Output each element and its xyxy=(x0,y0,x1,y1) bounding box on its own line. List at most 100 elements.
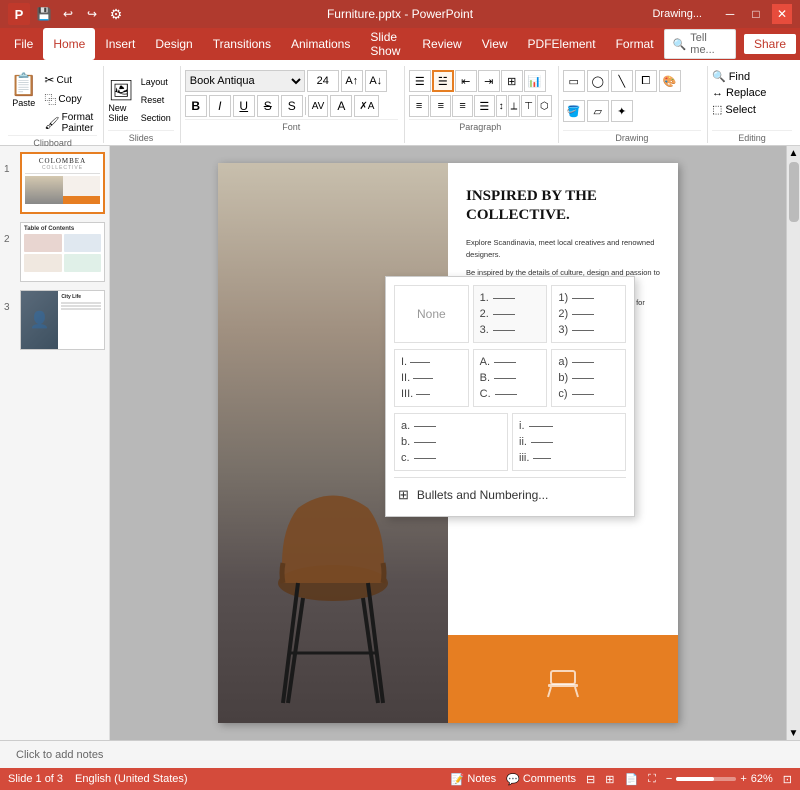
font-size-input[interactable] xyxy=(307,70,339,92)
italic-btn[interactable]: I xyxy=(209,95,231,117)
replace-btn[interactable]: ↔ Replace xyxy=(712,87,792,99)
strikethrough-btn[interactable]: S xyxy=(257,95,279,117)
click-to-add-notes[interactable]: Click to add notes xyxy=(16,749,103,761)
section-btn[interactable]: Section xyxy=(138,112,174,124)
close-btn[interactable]: ✕ xyxy=(772,4,792,24)
scrollbar-right[interactable]: ▲ ▼ xyxy=(786,146,800,740)
increase-indent-btn[interactable]: ⇥ xyxy=(478,70,500,92)
convert-to-smartart-btn[interactable]: ⬡ xyxy=(537,95,552,117)
minimize-btn[interactable]: ─ xyxy=(720,4,740,24)
view-reading-btn[interactable]: 📄 xyxy=(624,773,638,786)
menu-transitions[interactable]: Transitions xyxy=(203,28,281,60)
slide-1-thumb[interactable]: COLOMBEA COLLECTIVE xyxy=(20,152,105,214)
numbering-btn[interactable]: ☱ xyxy=(432,70,454,92)
shape1-btn[interactable]: ▭ xyxy=(563,70,585,92)
quick-access-redo[interactable]: ↪ xyxy=(82,4,102,24)
align-center-btn[interactable]: ≡ xyxy=(430,95,451,117)
cut-btn[interactable]: ✂ Cut xyxy=(41,72,97,88)
shadow-btn[interactable]: S xyxy=(281,95,303,117)
menu-format[interactable]: Format xyxy=(606,28,664,60)
shape2-btn[interactable]: ◯ xyxy=(587,70,609,92)
effects-btn[interactable]: ✦ xyxy=(611,100,633,122)
quick-access-save[interactable]: 💾 xyxy=(34,4,54,24)
decrease-font-btn[interactable]: A↓ xyxy=(365,70,387,92)
justify-btn[interactable]: ☰ xyxy=(474,95,495,117)
find-btn[interactable]: 🔍 Find xyxy=(712,70,792,83)
char-spacing-btn[interactable]: AV xyxy=(308,95,329,117)
bullets-and-numbering-btn[interactable]: ⊞ Bullets and Numbering... xyxy=(394,482,626,508)
view-normal-btn[interactable]: ⊟ xyxy=(586,773,595,786)
menu-animations[interactable]: Animations xyxy=(281,28,360,60)
dropdown-row1: None 1. 2. 3. 1) 2) 3) xyxy=(394,285,626,343)
tell-me-box[interactable]: 🔍 Tell me... xyxy=(664,29,736,59)
align-right-btn[interactable]: ≡ xyxy=(452,95,473,117)
view-slide-sorter-btn[interactable]: ⊞ xyxy=(605,773,614,786)
share-btn[interactable]: Share xyxy=(744,34,796,54)
list-type-roman-lower[interactable]: i. ii. iii. xyxy=(512,413,626,471)
maximize-btn[interactable]: □ xyxy=(746,4,766,24)
smart-art-btn[interactable]: 📊 xyxy=(524,70,546,92)
menu-slideshow[interactable]: Slide Show xyxy=(360,28,412,60)
fill-btn[interactable]: 🪣 xyxy=(563,100,585,122)
slide-sorter-icon: ⊞ xyxy=(605,774,614,786)
copy-label: Copy xyxy=(58,94,81,105)
slide-2-thumb[interactable]: Table of Contents xyxy=(20,222,105,282)
view-fullscreen-btn[interactable]: ⛶ xyxy=(648,773,656,786)
zoom-out-btn[interactable]: − xyxy=(666,773,672,785)
scroll-up-arrow[interactable]: ▲ xyxy=(787,146,800,160)
slide-3-thumb[interactable]: 👤 City Life xyxy=(20,290,105,350)
zoom-slider[interactable] xyxy=(676,777,736,781)
text-direction-btn[interactable]: ⟂ xyxy=(508,95,521,117)
list-type-roman-upper[interactable]: I. II. III. xyxy=(394,349,469,407)
list-type-alpha-lower-paren[interactable]: a) b) c) xyxy=(551,349,626,407)
list-type-numbered[interactable]: 1. 2. 3. xyxy=(473,285,548,343)
quick-access-undo[interactable]: ↩ xyxy=(58,4,78,24)
bold-btn[interactable]: B xyxy=(185,95,207,117)
decrease-indent-btn[interactable]: ⇤ xyxy=(455,70,477,92)
notes-tab-btn[interactable]: 📝 Notes xyxy=(451,773,496,786)
font-color-btn[interactable]: A xyxy=(330,95,352,117)
menu-pdfelement[interactable]: PDFElement xyxy=(518,28,606,60)
select-icon: ⬚ xyxy=(712,103,722,116)
increase-font-btn[interactable]: A↑ xyxy=(341,70,363,92)
fit-window-btn[interactable]: ⊡ xyxy=(783,773,792,786)
select-btn[interactable]: ⬚ Select xyxy=(712,103,792,116)
quick-access-more[interactable]: ⚙ xyxy=(106,4,126,24)
comments-tab-btn[interactable]: 💬 Comments xyxy=(506,773,576,786)
menu-insert[interactable]: Insert xyxy=(95,28,145,60)
list-icon: ⊞ xyxy=(398,487,409,503)
menu-home[interactable]: Home xyxy=(43,28,95,60)
normal-view-icon: ⊟ xyxy=(586,773,595,786)
arrange-btn[interactable]: ⧠ xyxy=(635,70,657,92)
scroll-thumb[interactable] xyxy=(789,162,799,222)
list-type-alpha-lower[interactable]: a. b. c. xyxy=(394,413,508,471)
zoom-in-btn[interactable]: + xyxy=(740,773,746,785)
new-slide-btn[interactable]: 🖼 New Slide xyxy=(108,78,133,123)
reset-btn[interactable]: Reset xyxy=(138,94,174,106)
format-painter-btn[interactable]: 🖌 Format Painter xyxy=(41,111,97,135)
layout-btn[interactable]: Layout xyxy=(138,76,174,88)
shape3-btn[interactable]: ╲ xyxy=(611,70,633,92)
bullets-btn[interactable]: ☰ xyxy=(409,70,431,92)
paste-btn[interactable]: 📋 Paste xyxy=(8,70,39,110)
quick-styles-btn[interactable]: 🎨 xyxy=(659,70,681,92)
menu-file[interactable]: File xyxy=(4,28,43,60)
underline-btn[interactable]: U xyxy=(233,95,255,117)
fullscreen-icon: ⛶ xyxy=(648,773,656,785)
list-type-alpha-upper[interactable]: A. B. C. xyxy=(473,349,548,407)
scroll-down-arrow[interactable]: ▼ xyxy=(787,726,800,740)
menu-design[interactable]: Design xyxy=(145,28,202,60)
copy-btn[interactable]: ⿻ Copy xyxy=(41,90,97,109)
columns-btn[interactable]: ⊞ xyxy=(501,70,523,92)
list-type-paren-num[interactable]: 1) 2) 3) xyxy=(551,285,626,343)
menu-view[interactable]: View xyxy=(472,28,518,60)
menu-review[interactable]: Review xyxy=(412,28,471,60)
zoom-slider-fill xyxy=(676,777,713,781)
line-spacing-btn[interactable]: ↕ xyxy=(496,95,507,117)
list-type-none[interactable]: None xyxy=(394,285,469,343)
font-name-select[interactable]: Book Antiqua xyxy=(185,70,305,92)
align-text-btn[interactable]: ⊤ xyxy=(521,95,536,117)
clear-format-btn[interactable]: ✗A xyxy=(354,95,379,117)
outline-btn[interactable]: ▱ xyxy=(587,100,609,122)
align-left-btn[interactable]: ≡ xyxy=(409,95,430,117)
